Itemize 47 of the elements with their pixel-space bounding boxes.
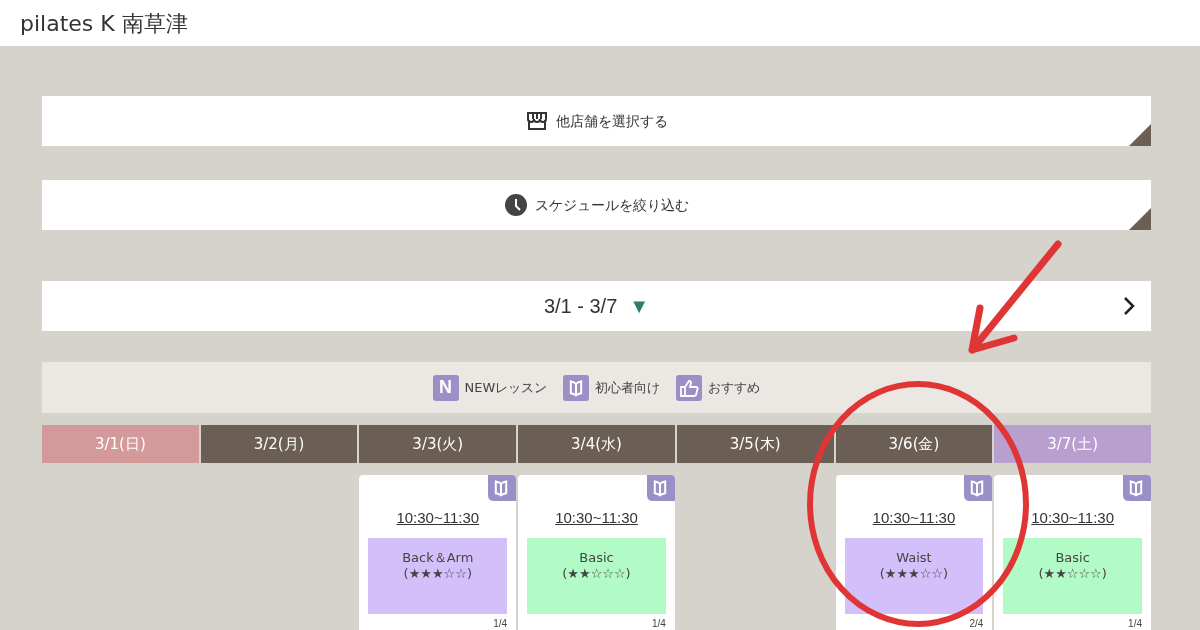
lesson-card[interactable]: 10:30~11:30 Back＆Arm (★★★☆☆) 1/4 (359, 475, 517, 630)
schedule-filter-button[interactable]: スケジュールを絞り込む (42, 180, 1151, 230)
lesson-time-link[interactable]: 10:30~11:30 (872, 507, 956, 530)
site-title: pilates K 南草津 (20, 9, 188, 38)
lesson-name: Basic (1055, 549, 1090, 566)
legend-label: NEWレッスン (464, 378, 548, 397)
legend-label: 初心者向け (595, 378, 661, 397)
day-header: 3/2(月) (200, 425, 358, 463)
difficulty-stars: (★★☆☆☆) (562, 565, 631, 582)
clock-icon (504, 194, 527, 216)
corner-triangle-icon (1129, 208, 1151, 230)
difficulty-stars: (★★★☆☆) (403, 565, 472, 582)
capacity-count: 1/4 (651, 616, 666, 630)
difficulty-stars: (★★★☆☆) (879, 565, 949, 582)
capacity-count: 2/4 (969, 616, 984, 630)
store-icon (525, 111, 548, 131)
lesson-time-link[interactable]: 10:30~11:30 (1031, 507, 1114, 530)
book-icon (964, 475, 993, 501)
day-header: 3/7(土) (994, 425, 1151, 463)
lesson-name: Back＆Arm (402, 549, 474, 566)
lesson-name: Waist (896, 549, 932, 566)
corner-triangle-icon (1129, 124, 1151, 146)
capacity-count: 1/4 (493, 616, 508, 630)
lesson-time-link[interactable]: 10:30~11:30 (396, 507, 480, 530)
dropdown-toggle[interactable]: ▼ (629, 291, 650, 321)
store-select-button[interactable]: 他店舗を選択する (42, 96, 1151, 146)
legend-label: おすすめ (708, 378, 761, 397)
day-header: 3/6(金) (835, 425, 993, 463)
book-icon (1123, 475, 1151, 501)
lesson-card[interactable]: 10:30~11:30 Basic (★★☆☆☆) 1/4 (518, 475, 675, 630)
week-range[interactable]: 3/1 - 3/7 (543, 291, 618, 321)
thumbs-up-icon (676, 374, 703, 401)
day-header: 3/4(水) (518, 425, 675, 463)
day-header: 3/5(木) (676, 425, 834, 463)
lesson-card[interactable]: 10:30~11:30 Basic (★★☆☆☆) 1/4 (994, 475, 1151, 630)
next-week-icon[interactable] (1123, 296, 1135, 316)
new-icon: N (432, 374, 459, 401)
capacity-count: 1/4 (1128, 616, 1142, 630)
lesson-time-link[interactable]: 10:30~11:30 (555, 507, 638, 530)
lesson-name: Basic (579, 549, 614, 566)
difficulty-stars: (★★☆☆☆) (1038, 565, 1107, 582)
day-header: 3/3(火) (359, 425, 517, 463)
lesson-card[interactable]: 10:30~11:30 Waist (★★★☆☆) 2/4 (835, 475, 993, 630)
book-icon (646, 475, 675, 501)
book-icon (488, 475, 517, 501)
day-header: 3/1(日) (42, 425, 199, 463)
book-icon (563, 374, 590, 401)
